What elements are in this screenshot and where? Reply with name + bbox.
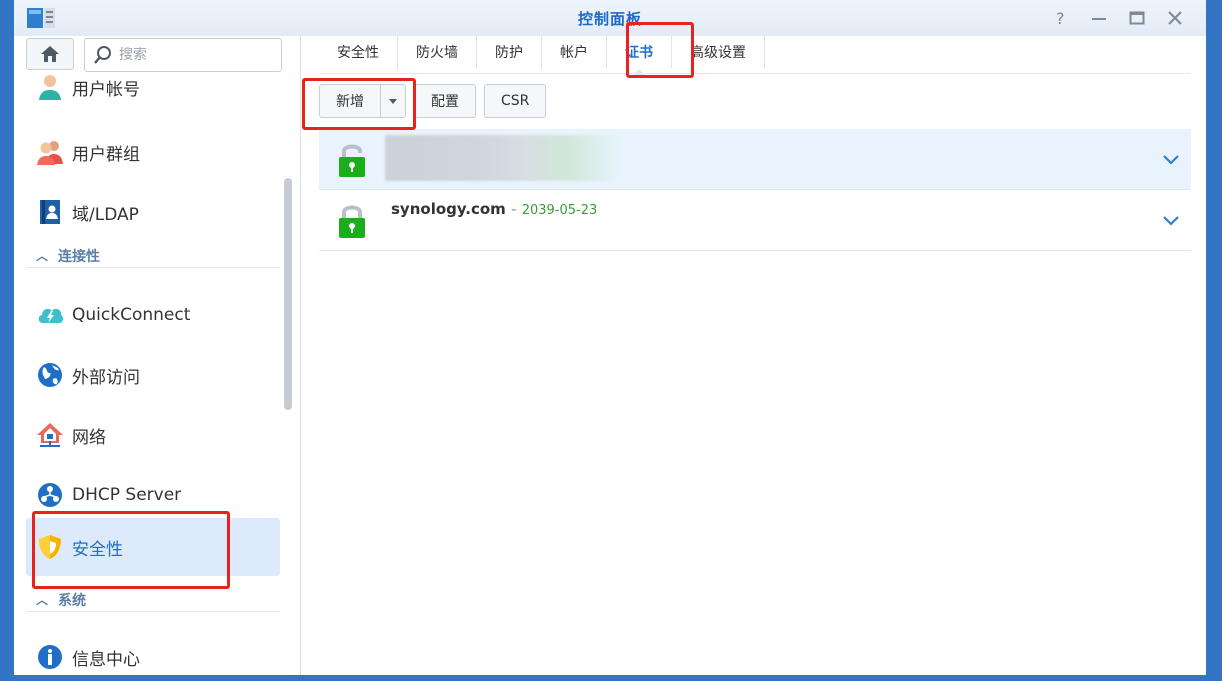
tab-advanced[interactable]: 高级设置 [672,36,765,68]
section-label: 连接性 [58,248,101,265]
lock-icon [339,144,365,177]
configure-button[interactable]: 配置 [414,84,476,118]
sidebar-item-user-group[interactable]: 用户群组 [26,123,280,181]
section-connectivity[interactable]: ︿ 连接性 [26,244,280,268]
section-label: 系统 [58,592,87,609]
lock-icon [339,205,365,238]
title-bar[interactable]: 控制面板 ? [14,0,1206,36]
network-house-icon [36,421,64,449]
sidebar-item-label: 用户群组 [72,144,140,165]
home-icon [41,46,59,62]
chevron-up-icon: ︿ [36,249,49,263]
user-icon [36,73,64,101]
sidebar-scrollbar[interactable] [284,178,292,410]
sidebar-item-ldap[interactable]: 域/LDAP [26,183,280,241]
close-button[interactable] [1164,7,1186,29]
cloud-icon [36,301,64,329]
sidebar-item-security[interactable]: 安全性 [26,518,280,576]
add-button[interactable]: 新增 [320,85,381,117]
sidebar: 用户帐号 用户群组 域/LDAP ︿ 连接性 [14,36,300,675]
sidebar-item-label: 域/LDAP [72,204,139,225]
tab-certificate[interactable]: 证书 [607,36,672,75]
sidebar-item-dhcp-server[interactable]: DHCP Server [26,466,280,524]
help-icon: ? [1056,9,1065,28]
certificate-row[interactable]: synology.com - 2039-05-23 [319,190,1191,251]
sidebar-item-label: 信息中心 [72,649,140,670]
section-system[interactable]: ︿ 系统 [26,588,280,612]
tab-bar: 安全性 防火墙 防护 帐户 证书 高级设置 [319,36,1191,75]
certificate-expiry-date: 2039-05-23 [521,203,598,218]
add-dropdown-button[interactable] [381,85,405,117]
tab-firewall[interactable]: 防火墙 [398,36,477,68]
sidebar-nav: 用户帐号 用户群组 域/LDAP ︿ 连接性 QuickConnect 外部访问… [14,72,282,675]
add-split-button: 新增 [319,84,406,118]
toolbar: 新增 配置 CSR [319,84,554,118]
help-button[interactable]: ? [1050,7,1072,29]
certificate-list: synology.com - 2039-05-23 [319,129,1191,251]
minimize-icon [1092,18,1106,20]
tab-security[interactable]: 安全性 [319,36,398,68]
search-icon [94,46,111,64]
sidebar-item-network[interactable]: 网络 [26,406,280,464]
sidebar-item-label: 网络 [72,427,106,448]
globe-icon [36,361,64,389]
user-group-icon [36,138,64,166]
sidebar-item-info-center[interactable]: 信息中心 [26,628,280,675]
tab-account[interactable]: 帐户 [542,36,607,68]
control-panel-window: 控制面板 ? 用户帐号 [0,0,1222,681]
window-title: 控制面板 [577,10,642,28]
certificate-name: synology.com [391,200,506,218]
certificate-separator: - [511,200,517,218]
certificate-row[interactable] [319,129,1191,190]
caret-down-icon [389,99,397,104]
csr-button[interactable]: CSR [484,84,547,118]
directory-icon [36,198,64,226]
svg-text:?: ? [1056,9,1065,28]
chevron-up-icon: ︿ [36,593,49,607]
sidebar-item-user[interactable]: 用户帐号 [26,64,280,110]
maximize-button[interactable] [1126,7,1148,29]
tab-protection[interactable]: 防护 [477,36,542,68]
sidebar-item-quickconnect[interactable]: QuickConnect [26,286,280,344]
certificate-title: synology.com - 2039-05-23 [391,200,597,218]
main-content: 安全性 防火墙 防护 帐户 证书 高级设置 新增 配置 CSR synology… [301,36,1206,675]
info-icon [36,643,64,671]
sidebar-item-external-access[interactable]: 外部访问 [26,346,280,404]
sidebar-item-label: 外部访问 [72,367,140,388]
shield-icon [36,533,64,561]
maximize-icon [1129,11,1145,25]
chevron-down-icon[interactable] [1161,149,1181,169]
sidebar-item-label: 用户帐号 [72,79,140,100]
sidebar-item-label: 安全性 [72,539,123,560]
minimize-button[interactable] [1088,7,1110,29]
chevron-down-icon[interactable] [1161,210,1181,230]
search-input[interactable] [119,47,269,63]
redacted-certificate-name [385,135,621,181]
close-icon [1168,11,1182,25]
sidebar-item-label: QuickConnect [72,305,191,325]
sidebar-item-label: DHCP Server [72,485,182,505]
dhcp-icon [36,481,64,509]
